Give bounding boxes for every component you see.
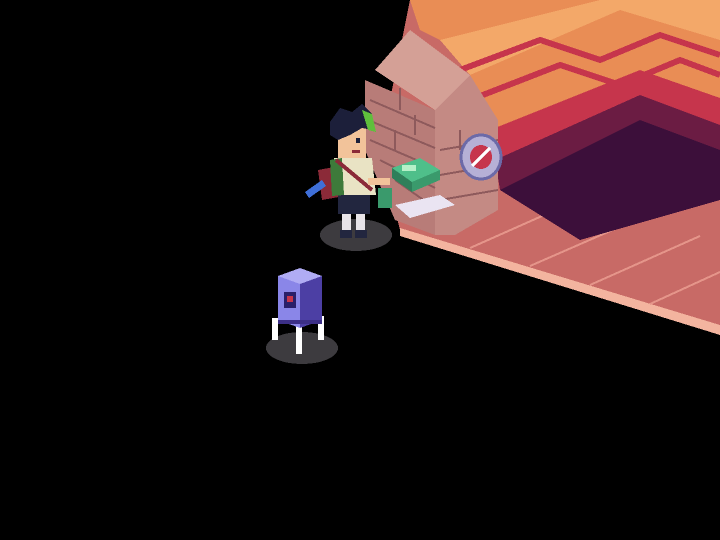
player-eye [356,138,360,143]
robot-leg-left [272,318,278,340]
game-scene [266,0,720,364]
player-boot-left [340,230,352,238]
game-viewport[interactable] [0,0,720,540]
robot-leg-mid [296,324,302,354]
robot-base [278,320,322,324]
player-boot-right [355,230,367,238]
device-screen [402,165,416,171]
player-mouth [352,150,360,153]
player-arm [368,178,390,185]
wall-emblem[interactable] [459,133,503,181]
robot-face-glyph [287,296,293,302]
device-handle [378,188,392,208]
